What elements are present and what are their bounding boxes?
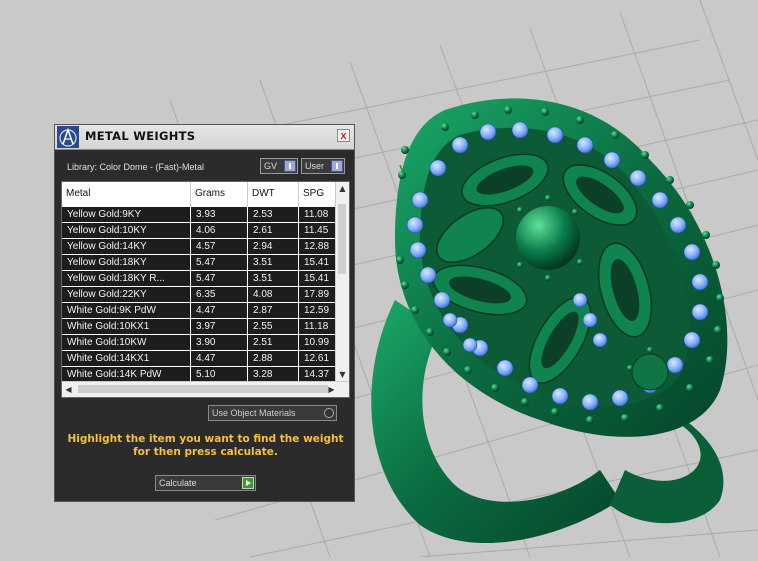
software-logo-icon [57, 126, 79, 148]
metal-cell: White Gold:14K PdW [62, 367, 191, 382]
dwt-cell: 3.51 [248, 255, 299, 270]
table-header: Metal Grams DWT SPG [62, 182, 339, 206]
grams-cell: 5.10 [191, 367, 248, 382]
user-toggle-button[interactable]: User [301, 158, 345, 174]
horizontal-scroll-thumb[interactable] [78, 385, 328, 393]
spg-cell: 11.18 [299, 319, 339, 334]
panel-title: METAL WEIGHTS [85, 129, 196, 143]
grams-cell: 4.47 [191, 303, 248, 318]
spg-cell: 12.61 [299, 351, 339, 366]
toggle-indicator-icon [331, 160, 343, 172]
gv-toggle-button[interactable]: GV [260, 158, 298, 174]
library-label: Library: Color Dome - (Fast)-Metal [67, 162, 205, 172]
grams-cell: 5.47 [191, 271, 248, 286]
table-row[interactable]: Yellow Gold:22KY 6.35 4.08 17.89 [62, 287, 339, 303]
user-label: User [305, 161, 325, 171]
toggle-indicator-icon [284, 160, 296, 172]
spg-cell: 11.08 [299, 207, 339, 222]
metal-cell: Yellow Gold:18KY R... [62, 271, 191, 286]
metal-cell: White Gold:9K PdW [62, 303, 191, 318]
grams-cell: 6.35 [191, 287, 248, 302]
spg-cell: 15.41 [299, 255, 339, 270]
panel-titlebar[interactable]: METAL WEIGHTS x [55, 125, 354, 150]
spg-cell: 11.45 [299, 223, 339, 238]
metal-cell: White Gold:10KW [62, 335, 191, 350]
spg-cell: 14.37 [299, 367, 339, 382]
table-row[interactable]: Yellow Gold:9KY 3.93 2.53 11.08 [62, 207, 339, 223]
grams-cell: 5.47 [191, 255, 248, 270]
dwt-cell: 2.87 [248, 303, 299, 318]
grams-cell: 3.97 [191, 319, 248, 334]
dwt-cell: 2.51 [248, 335, 299, 350]
instructions-text: Highlight the item you want to find the … [67, 433, 344, 458]
radio-indicator-icon [324, 408, 334, 418]
dwt-cell: 2.53 [248, 207, 299, 222]
table-row[interactable]: White Gold:14KX1 4.47 2.88 12.61 [62, 351, 339, 367]
column-header-grams[interactable]: Grams [191, 182, 248, 206]
table-row[interactable]: White Gold:9K PdW 4.47 2.87 12.59 [62, 303, 339, 319]
scroll-down-icon[interactable]: ▼ [336, 368, 349, 382]
table-row[interactable]: Yellow Gold:10KY 4.06 2.61 11.45 [62, 223, 339, 239]
dwt-cell: 2.55 [248, 319, 299, 334]
grams-cell: 4.06 [191, 223, 248, 238]
scroll-up-icon[interactable]: ▲ [336, 182, 349, 196]
calculate-button[interactable]: Calculate [155, 475, 256, 491]
grams-cell: 4.47 [191, 351, 248, 366]
table-row[interactable]: Yellow Gold:18KY R... 5.47 3.51 15.41 [62, 271, 339, 287]
column-header-dwt[interactable]: DWT [248, 182, 299, 206]
vertical-scrollbar[interactable]: ▲ ▼ [335, 182, 349, 382]
table-row[interactable]: White Gold:10KX1 3.97 2.55 11.18 [62, 319, 339, 335]
grams-cell: 3.90 [191, 335, 248, 350]
metal-weights-panel: METAL WEIGHTS x Library: Color Dome - (F… [54, 124, 355, 502]
spg-cell: 15.41 [299, 271, 339, 286]
spg-cell: 12.88 [299, 239, 339, 254]
calculate-label: Calculate [159, 478, 197, 488]
table-row[interactable]: White Gold:10KW 3.90 2.51 10.99 [62, 335, 339, 351]
table-row[interactable]: Yellow Gold:14KY 4.57 2.94 12.88 [62, 239, 339, 255]
dwt-cell: 4.08 [248, 287, 299, 302]
scroll-left-icon[interactable]: ◀ [62, 382, 75, 397]
use-object-materials-button[interactable]: Use Object Materials [208, 405, 337, 421]
column-header-spg[interactable]: SPG [299, 182, 339, 206]
dwt-cell: 2.88 [248, 351, 299, 366]
column-header-metal[interactable]: Metal [62, 182, 191, 206]
use-object-materials-label: Use Object Materials [212, 408, 296, 418]
metal-cell: White Gold:10KX1 [62, 319, 191, 334]
dwt-cell: 3.28 [248, 367, 299, 382]
grams-cell: 4.57 [191, 239, 248, 254]
close-icon[interactable]: x [337, 129, 350, 142]
scroll-right-icon[interactable]: ▶ [325, 382, 338, 397]
grams-cell: 3.93 [191, 207, 248, 222]
metal-cell: Yellow Gold:10KY [62, 223, 191, 238]
spg-cell: 12.59 [299, 303, 339, 318]
metal-cell: Yellow Gold:9KY [62, 207, 191, 222]
play-arrow-icon [242, 477, 254, 489]
metal-cell: Yellow Gold:18KY [62, 255, 191, 270]
metal-cell: Yellow Gold:22KY [62, 287, 191, 302]
table-row[interactable]: Yellow Gold:18KY 5.47 3.51 15.41 [62, 255, 339, 271]
horizontal-scrollbar[interactable]: ◀ ▶ [62, 381, 349, 397]
metal-weights-table[interactable]: Metal Grams DWT SPG Yellow Gold:9KY 3.93 2… [61, 181, 350, 398]
metal-cell: Yellow Gold:14KY [62, 239, 191, 254]
dwt-cell: 2.61 [248, 223, 299, 238]
spg-cell: 10.99 [299, 335, 339, 350]
spg-cell: 17.89 [299, 287, 339, 302]
vertical-scroll-thumb[interactable] [338, 204, 346, 274]
metal-cell: White Gold:14KX1 [62, 351, 191, 366]
dwt-cell: 2.94 [248, 239, 299, 254]
gv-label: GV [264, 161, 278, 171]
dwt-cell: 3.51 [248, 271, 299, 286]
